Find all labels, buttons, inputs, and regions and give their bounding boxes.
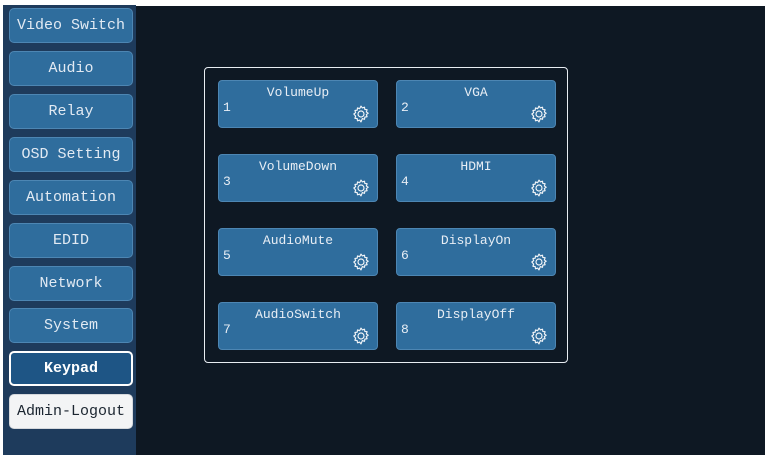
sidebar-item-automation[interactable]: Automation <box>9 180 133 215</box>
keypad-button-8[interactable]: DisplayOff 8 <box>396 302 556 350</box>
keypad-button-label: DisplayOn <box>440 233 512 248</box>
sidebar-item-keypad[interactable]: Keypad <box>9 351 133 386</box>
keypad-button-label: AudioMute <box>262 233 334 248</box>
keypad-button-1[interactable]: VolumeUp 1 <box>218 80 378 128</box>
sidebar-item-osd-setting[interactable]: OSD Setting <box>9 137 133 172</box>
keypad-button-7[interactable]: AudioSwitch 7 <box>218 302 378 350</box>
keypad-button-number: 1 <box>223 100 231 115</box>
keypad-button-label: HDMI <box>460 159 492 174</box>
keypad-button-label: VGA <box>464 85 488 100</box>
keypad-button-number: 5 <box>223 248 231 263</box>
keypad-button-label: VolumeDown <box>258 159 337 174</box>
keypad-button-label: AudioSwitch <box>255 307 341 322</box>
keypad-button-number: 6 <box>401 248 409 263</box>
keypad-button-4[interactable]: HDMI 4 <box>396 154 556 202</box>
sidebar-item-network[interactable]: Network <box>9 266 133 301</box>
keypad-button-number: 4 <box>401 174 409 189</box>
keypad-button-number: 3 <box>223 174 231 189</box>
admin-logout-button[interactable]: Admin-Logout <box>9 394 133 429</box>
gear-icon[interactable] <box>351 178 371 198</box>
gear-icon[interactable] <box>529 178 549 198</box>
sidebar-item-audio[interactable]: Audio <box>9 51 133 86</box>
keypad-button-number: 2 <box>401 100 409 115</box>
keypad-panel: VolumeUp 1 VGA 2 VolumeDown 3 HDMI 4 Aud <box>204 67 568 363</box>
sidebar-item-system[interactable]: System <box>9 308 133 343</box>
gear-icon[interactable] <box>529 326 549 346</box>
app-window: Video Switch Audio Relay OSD Setting Aut… <box>0 0 767 457</box>
gear-icon[interactable] <box>351 326 371 346</box>
keypad-button-label: DisplayOff <box>436 307 515 322</box>
sidebar: Video Switch Audio Relay OSD Setting Aut… <box>3 5 136 455</box>
keypad-button-2[interactable]: VGA 2 <box>396 80 556 128</box>
keypad-button-3[interactable]: VolumeDown 3 <box>218 154 378 202</box>
keypad-button-6[interactable]: DisplayOn 6 <box>396 228 556 276</box>
sidebar-item-relay[interactable]: Relay <box>9 94 133 129</box>
sidebar-item-video-switch[interactable]: Video Switch <box>9 8 133 43</box>
keypad-button-label: VolumeUp <box>266 85 330 100</box>
keypad-button-number: 7 <box>223 322 231 337</box>
sidebar-item-edid[interactable]: EDID <box>9 223 133 258</box>
gear-icon[interactable] <box>351 252 371 272</box>
gear-icon[interactable] <box>351 104 371 124</box>
main-content: VolumeUp 1 VGA 2 VolumeDown 3 HDMI 4 Aud <box>136 6 765 455</box>
keypad-button-number: 8 <box>401 322 409 337</box>
keypad-button-5[interactable]: AudioMute 5 <box>218 228 378 276</box>
gear-icon[interactable] <box>529 252 549 272</box>
gear-icon[interactable] <box>529 104 549 124</box>
